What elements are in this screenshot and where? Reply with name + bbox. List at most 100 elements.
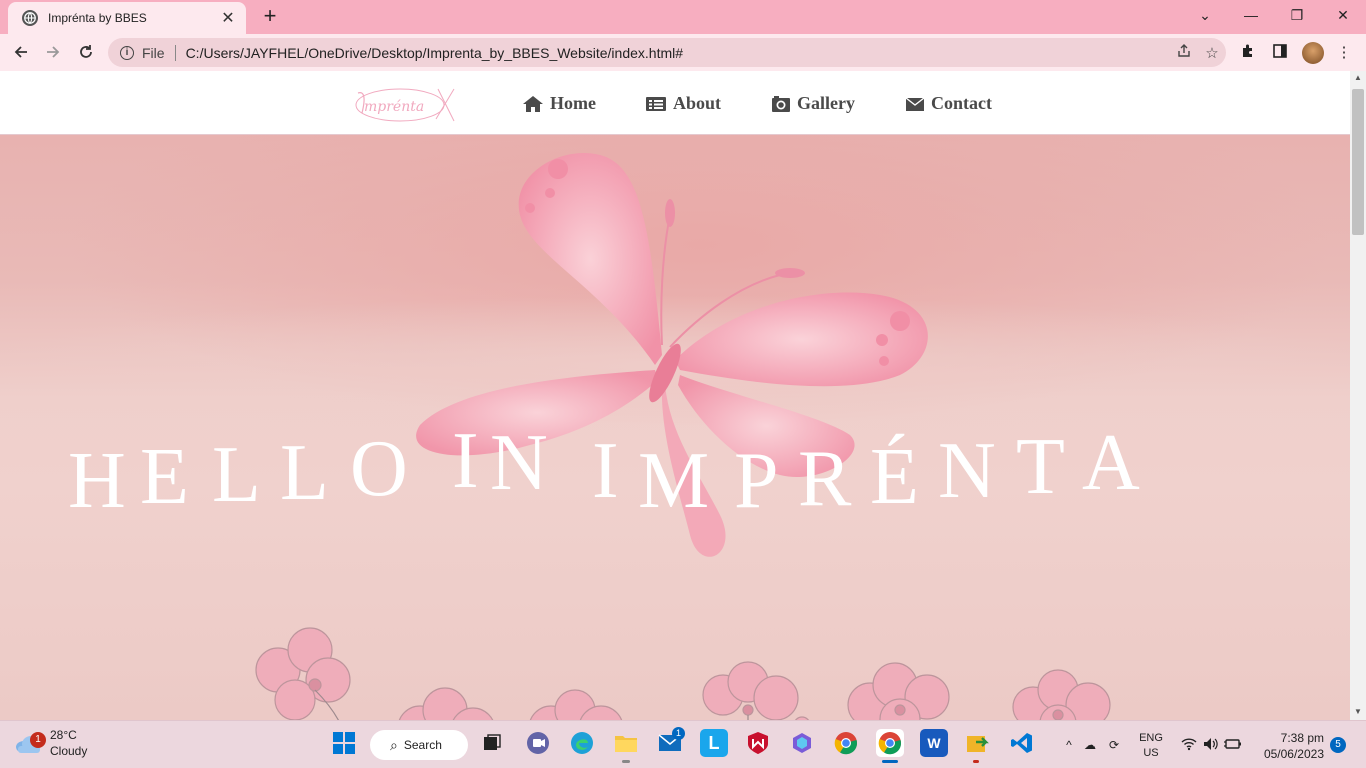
- nav-gallery[interactable]: Gallery: [771, 93, 855, 114]
- windows-taskbar: 1 28°C Cloudy ⌕ Search 1 L W ^ ☁ ⟳ ENG U…: [0, 720, 1366, 768]
- extensions-puzzle-icon[interactable]: [1238, 43, 1258, 63]
- info-icon[interactable]: i: [120, 45, 134, 60]
- camera-icon: [771, 95, 791, 113]
- scroll-up-icon[interactable]: ▲: [1353, 73, 1363, 82]
- weather-description: Cloudy: [50, 744, 88, 758]
- mail-badge: 1: [672, 727, 685, 740]
- tab-search-icon[interactable]: ⌄: [1182, 0, 1228, 30]
- hero-letter: R: [798, 435, 853, 523]
- word-icon[interactable]: W: [920, 729, 948, 757]
- hero-banner: H E L L O I N I M P R É N T A: [0, 135, 1350, 720]
- reload-icon[interactable]: [73, 40, 99, 64]
- taskbar-search[interactable]: ⌕ Search: [370, 730, 468, 760]
- teams-chat-icon[interactable]: [524, 729, 552, 757]
- new-tab-button[interactable]: +: [258, 5, 282, 29]
- envelope-icon: [905, 96, 925, 112]
- back-arrow-icon[interactable]: [8, 40, 34, 64]
- nav-contact-label: Contact: [931, 93, 992, 113]
- omnibox-divider: [174, 44, 176, 61]
- quick-settings[interactable]: [1178, 721, 1244, 768]
- svg-text:mprénta: mprénta: [364, 99, 424, 115]
- onedrive-warning-icon[interactable]: ☁: [1078, 738, 1102, 752]
- chrome-icon[interactable]: [832, 729, 860, 757]
- share-icon[interactable]: [1170, 43, 1198, 62]
- cloud-icon: 1: [14, 732, 46, 753]
- region-code: US: [1143, 747, 1159, 759]
- url-text[interactable]: C:/Users/JAYFHEL/OneDrive/Desktop/Impren…: [186, 45, 1170, 61]
- kebab-menu-icon[interactable]: ⋮: [1334, 43, 1354, 63]
- address-bar[interactable]: i File C:/Users/JAYFHEL/OneDrive/Desktop…: [108, 38, 1226, 67]
- profile-avatar[interactable]: [1302, 42, 1324, 64]
- hero-letter: N: [938, 427, 998, 515]
- scroll-down-icon[interactable]: ▼: [1353, 707, 1363, 716]
- taskbar-clock[interactable]: 7:38 pm 05/06/2023: [1256, 730, 1324, 762]
- weather-alert-badge: 1: [30, 732, 46, 748]
- imprenta-logo[interactable]: mprénta: [350, 83, 458, 127]
- browser-toolbar: i File C:/Users/JAYFHEL/OneDrive/Desktop…: [0, 34, 1366, 71]
- search-icon: ⌕: [390, 736, 398, 753]
- mail-icon[interactable]: 1: [656, 727, 685, 757]
- notification-count-badge[interactable]: 5: [1330, 737, 1346, 753]
- page-scrollbar[interactable]: ▲ ▼: [1350, 71, 1366, 720]
- vscode-icon[interactable]: [1008, 729, 1036, 757]
- nav-home[interactable]: Home: [522, 93, 596, 114]
- globe-icon: [22, 10, 38, 26]
- mcafee-icon[interactable]: [744, 729, 772, 757]
- minimize-button[interactable]: —: [1228, 0, 1274, 30]
- clock-date: 05/06/2023: [1263, 747, 1324, 761]
- active-indicator: [882, 760, 898, 763]
- bookmark-star-icon[interactable]: ☆: [1198, 44, 1226, 62]
- hero-letter: N: [490, 419, 550, 507]
- restore-button[interactable]: ❐: [1274, 0, 1320, 30]
- weather-temperature: 28°C: [50, 728, 77, 742]
- attention-indicator: [973, 760, 979, 763]
- home-icon: [522, 95, 544, 113]
- weather-widget[interactable]: 1 28°C Cloudy: [14, 727, 87, 759]
- hero-letter: P: [734, 437, 781, 525]
- flowers-illustration: [255, 627, 1111, 720]
- file-scheme-label: File: [142, 44, 165, 61]
- close-window-button[interactable]: ✕: [1320, 0, 1366, 30]
- nav-home-label: Home: [550, 93, 596, 113]
- nav-about[interactable]: About: [645, 93, 721, 114]
- hero-letter: É: [870, 433, 921, 521]
- hero-letter: L: [212, 431, 263, 519]
- running-indicator: [622, 760, 630, 763]
- file-explorer-icon[interactable]: [612, 729, 640, 757]
- browser-tab[interactable]: Imprénta by BBES ✕: [8, 2, 246, 34]
- language-code: ENG: [1139, 732, 1163, 744]
- language-indicator[interactable]: ENG US: [1136, 731, 1166, 761]
- sync-icon[interactable]: ⟳: [1102, 738, 1126, 752]
- hero-letter: E: [140, 433, 191, 521]
- nav-contact[interactable]: Contact: [905, 93, 992, 114]
- hero-letter: I: [592, 427, 621, 515]
- tab-title: Imprénta by BBES: [48, 11, 147, 25]
- site-navbar: mprénta Home About Gallery Contact: [0, 71, 1350, 135]
- clock-time: 7:38 pm: [1280, 731, 1324, 745]
- forward-arrow-icon[interactable]: [40, 40, 66, 64]
- web-page: mprénta Home About Gallery Contact H E L…: [0, 71, 1350, 720]
- copilot-icon[interactable]: [788, 729, 816, 757]
- nav-gallery-label: Gallery: [797, 93, 855, 113]
- hero-letter: M: [638, 437, 711, 525]
- hero-letter: I: [452, 417, 481, 505]
- hero-letter: O: [350, 425, 410, 513]
- scrollbar-thumb[interactable]: [1352, 89, 1364, 235]
- windows-start-icon[interactable]: [330, 729, 358, 757]
- tab-close-icon[interactable]: ✕: [220, 8, 236, 28]
- side-panel-icon[interactable]: [1270, 43, 1290, 63]
- lexis-app-icon[interactable]: L: [700, 729, 728, 757]
- browser-tab-strip: Imprénta by BBES ✕ + ⌄ — ❐ ✕: [0, 0, 1366, 34]
- system-tray: ^ ☁ ⟳: [1060, 721, 1126, 768]
- edge-browser-icon[interactable]: [568, 729, 596, 757]
- inbox-app-icon[interactable]: [964, 729, 992, 757]
- taskbar-search-label: Search: [403, 738, 442, 752]
- chrome-profile-active-icon[interactable]: [876, 729, 904, 757]
- hero-letter: H: [68, 437, 128, 525]
- hero-letter: L: [280, 429, 331, 517]
- chevron-up-icon[interactable]: ^: [1060, 738, 1078, 752]
- list-icon: [645, 96, 667, 112]
- nav-about-label: About: [673, 93, 722, 113]
- battery-icon: [1222, 738, 1244, 753]
- task-view-icon[interactable]: [478, 729, 506, 757]
